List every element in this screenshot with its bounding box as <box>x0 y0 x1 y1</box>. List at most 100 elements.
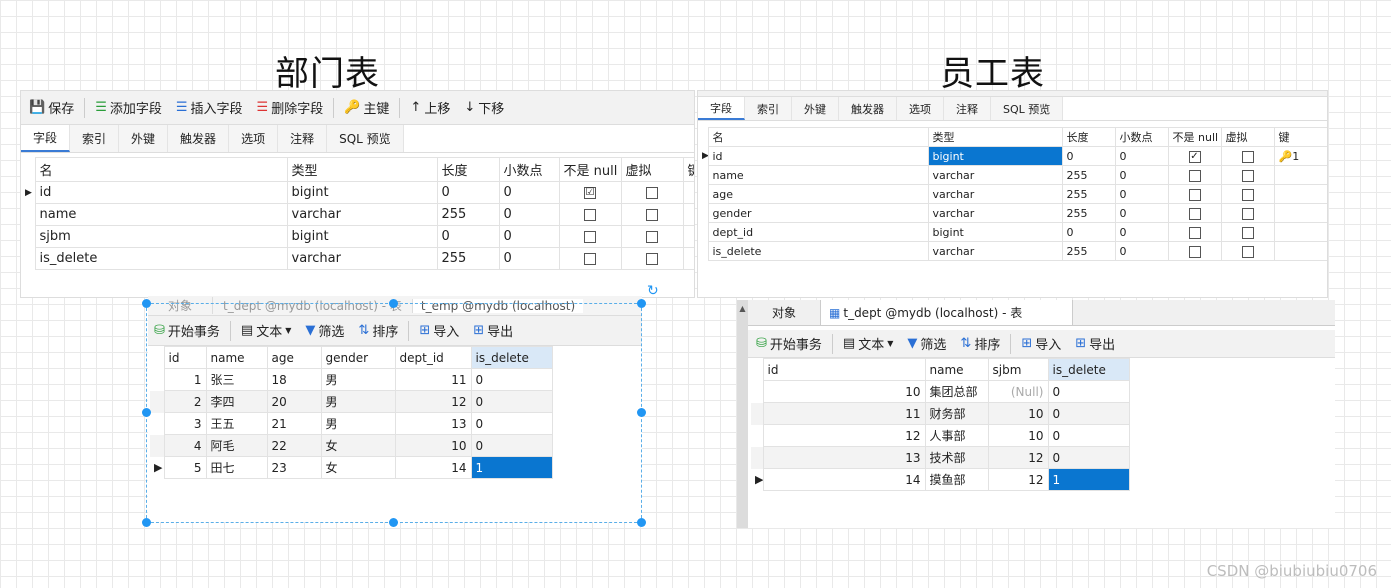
primary-key-button[interactable]: 🔑 主键 <box>344 98 389 117</box>
scrollbar-left[interactable]: ▲ <box>737 300 748 528</box>
begin-transaction-button[interactable]: ⛁ 开始事务 <box>756 334 822 353</box>
virtual-checkbox[interactable] <box>646 186 658 199</box>
filter-button[interactable]: ▼ 筛选 <box>907 334 946 353</box>
tab-indexes[interactable]: 索引 <box>745 97 792 120</box>
insert-field-icon: ☰ <box>175 100 188 115</box>
resize-handle-w[interactable] <box>142 408 151 417</box>
key-icon: 🔑 <box>1278 149 1293 163</box>
resize-handle-sw[interactable] <box>142 518 151 527</box>
save-icon: 💾 <box>29 100 46 115</box>
tab-indexes[interactable]: 索引 <box>70 125 120 152</box>
tab-comments[interactable]: 注释 <box>278 125 328 152</box>
arrow-down-icon: ↓ <box>464 100 476 115</box>
not-null-checkbox[interactable] <box>584 208 596 221</box>
resize-handle-s[interactable] <box>389 518 398 527</box>
tab-sql-preview[interactable]: SQL 预览 <box>991 97 1064 120</box>
resize-handle-e[interactable] <box>637 408 646 417</box>
virtual-checkbox[interactable] <box>1241 150 1254 163</box>
move-down-button[interactable]: ↓ 下移 <box>464 98 504 117</box>
move-up-button[interactable]: ↑ 上移 <box>410 98 450 117</box>
tab-objects[interactable]: 对象 <box>748 300 820 325</box>
not-null-checkbox[interactable] <box>1188 169 1201 182</box>
col-length: 长度 <box>1061 127 1116 147</box>
table-row[interactable]: name varchar 255 0 <box>21 203 694 226</box>
save-button[interactable]: 💾 保存 <box>29 98 74 117</box>
tab-foreign-keys[interactable]: 外键 <box>792 97 839 120</box>
current-row-marker: ▶ <box>698 147 708 166</box>
table-row[interactable]: 13 技术部 12 0 <box>751 446 1130 469</box>
sort-icon: ⇅ <box>960 336 972 351</box>
dept-data-grid: id name sjbm is_delete 10 集团总部 (Null) 0 … <box>751 358 1130 491</box>
table-row[interactable]: ▶ 14 摸鱼部 12 1 <box>751 468 1130 491</box>
tab-triggers[interactable]: 触发器 <box>839 97 897 120</box>
col-name[interactable]: name <box>924 358 989 381</box>
sort-button[interactable]: ⇅ 排序 <box>960 334 1000 353</box>
tab-foreign-keys[interactable]: 外键 <box>119 125 169 152</box>
not-null-checkbox[interactable] <box>584 252 596 265</box>
col-name: 名 <box>34 157 288 182</box>
virtual-checkbox[interactable] <box>1241 188 1254 201</box>
tab-options[interactable]: 选项 <box>897 97 944 120</box>
table-row[interactable]: is_delete varchar 255 0 <box>698 241 1327 261</box>
col-virtual: 虚拟 <box>1220 127 1275 147</box>
col-sjbm[interactable]: sjbm <box>987 358 1049 381</box>
tab-comments[interactable]: 注释 <box>944 97 991 120</box>
virtual-checkbox[interactable] <box>646 252 658 265</box>
text-button[interactable]: ▤ 文本 ▼ <box>843 334 893 353</box>
virtual-checkbox[interactable] <box>1241 169 1254 182</box>
col-id[interactable]: id <box>762 358 926 381</box>
tab-fields[interactable]: 字段 <box>698 97 745 120</box>
import-button[interactable]: ⊞ 导入 <box>1021 334 1061 353</box>
rotate-icon[interactable]: ↻ <box>647 283 659 299</box>
table-icon: ▦ <box>829 305 841 320</box>
table-row[interactable]: age varchar 255 0 <box>698 184 1327 204</box>
resize-handle-ne[interactable] <box>637 299 646 308</box>
tab-t-dept[interactable]: ▦ t_dept @mydb (localhost) - 表 <box>820 300 1074 325</box>
resize-handle-n[interactable] <box>389 299 398 308</box>
resize-handle-se[interactable] <box>637 518 646 527</box>
col-is-delete[interactable]: is_delete <box>1047 358 1130 381</box>
export-button[interactable]: ⊞ 导出 <box>1075 334 1115 353</box>
table-row[interactable]: ▶ id bigint 0 0 ✓ 🔑1 <box>698 146 1327 166</box>
current-row-marker: ▶ <box>755 473 763 486</box>
table-row[interactable]: sjbm bigint 0 0 <box>21 225 694 248</box>
tab-sql-preview[interactable]: SQL 预览 <box>327 125 404 152</box>
null-value[interactable]: (Null) <box>987 380 1049 403</box>
table-row[interactable]: name varchar 255 0 <box>698 165 1327 185</box>
virtual-checkbox[interactable] <box>1241 207 1254 220</box>
table-row[interactable]: ▶ id bigint 0 0 ☑ <box>21 181 694 204</box>
virtual-checkbox[interactable] <box>1241 226 1254 239</box>
add-field-button[interactable]: ☰ 添加字段 <box>95 98 162 117</box>
table-row[interactable]: 11 财务部 10 0 <box>751 402 1130 425</box>
table-row[interactable]: gender varchar 255 0 <box>698 203 1327 223</box>
not-null-checkbox[interactable] <box>1188 245 1201 258</box>
table-row[interactable]: is_delete varchar 255 0 <box>21 247 694 270</box>
table-row[interactable]: dept_id bigint 0 0 <box>698 222 1327 242</box>
not-null-checkbox[interactable] <box>1188 207 1201 220</box>
tab-triggers[interactable]: 触发器 <box>168 125 230 152</box>
export-icon: ⊞ <box>1075 336 1087 351</box>
table-row[interactable]: 12 人事部 10 0 <box>751 424 1130 447</box>
table-row[interactable]: 10 集团总部 (Null) 0 <box>751 380 1130 403</box>
insert-field-button[interactable]: ☰ 插入字段 <box>176 98 243 117</box>
col-length: 长度 <box>436 157 500 182</box>
not-null-checkbox[interactable] <box>584 230 596 243</box>
scroll-up-icon[interactable]: ▲ <box>737 304 748 313</box>
emp-fields-table: 名 类型 长度 小数点 不是 null 虚拟 键 ▶ id bigint 0 0… <box>698 127 1327 261</box>
virtual-checkbox[interactable] <box>646 230 658 243</box>
col-name: 名 <box>707 127 929 147</box>
selection-frame <box>146 303 642 523</box>
tab-options[interactable]: 选项 <box>229 125 279 152</box>
not-null-checkbox[interactable] <box>1188 188 1201 201</box>
resize-handle-nw[interactable] <box>142 299 151 308</box>
tab-fields[interactable]: 字段 <box>21 125 71 152</box>
virtual-checkbox[interactable] <box>646 208 658 221</box>
not-null-checkbox[interactable]: ☑ <box>584 186 596 199</box>
not-null-checkbox[interactable]: ✓ <box>1188 150 1201 163</box>
col-type: 类型 <box>286 157 438 182</box>
col-key: 键 <box>682 157 694 182</box>
not-null-checkbox[interactable] <box>1188 226 1201 239</box>
col-decimal: 小数点 <box>1114 127 1169 147</box>
delete-field-button[interactable]: ☰ 删除字段 <box>257 98 324 117</box>
virtual-checkbox[interactable] <box>1241 245 1254 258</box>
